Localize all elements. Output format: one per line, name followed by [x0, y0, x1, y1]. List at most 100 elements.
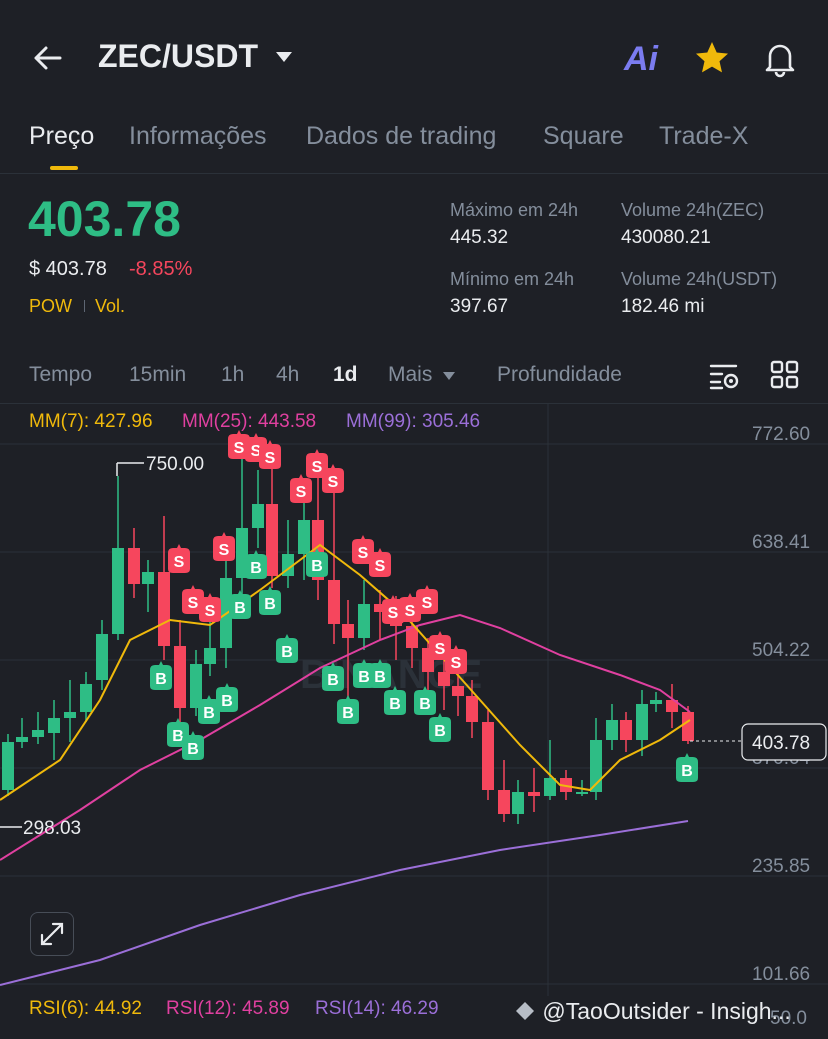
back-arrow-icon[interactable] — [30, 40, 66, 76]
tab-trading-data[interactable]: Dados de trading — [306, 122, 496, 151]
low-marker-label: 298.03 — [23, 818, 81, 839]
candle-body — [606, 720, 618, 740]
ai-assistant-icon[interactable]: Ai — [624, 40, 658, 79]
tab-info[interactable]: Informações — [129, 122, 267, 151]
svg-text:B: B — [374, 669, 386, 686]
chart-settings-icon[interactable] — [708, 360, 742, 392]
svg-text:B: B — [681, 763, 693, 780]
interval-1h[interactable]: 1h — [221, 363, 244, 387]
sell-marker: S — [290, 474, 312, 503]
buy-marker: B — [369, 659, 391, 688]
svg-text:S: S — [234, 440, 245, 457]
interval-tempo[interactable]: Tempo — [29, 363, 92, 387]
candle-body — [466, 696, 478, 722]
caret-down-icon[interactable] — [276, 52, 292, 62]
candle-body — [328, 580, 340, 624]
svg-text:B: B — [419, 696, 431, 713]
buy-marker: B — [182, 731, 204, 760]
svg-text:B: B — [389, 696, 401, 713]
candle-body — [2, 742, 14, 790]
caret-down-icon[interactable] — [443, 372, 455, 380]
svg-text:S: S — [296, 484, 307, 501]
y-axis-label: 504.22 — [752, 640, 810, 661]
svg-text:B: B — [342, 705, 354, 722]
sell-marker: S — [445, 645, 467, 674]
candle-body — [452, 686, 464, 696]
candle-body — [252, 504, 264, 528]
price-change-percent: -8.85% — [129, 258, 193, 280]
svg-text:S: S — [451, 655, 462, 672]
rsi6-legend: RSI(6): 44.92 — [29, 998, 142, 1019]
buy-marker: B — [150, 661, 172, 690]
tab-price[interactable]: Preço — [29, 122, 94, 151]
candle-body — [48, 718, 60, 733]
depth-tab[interactable]: Profundidade — [497, 363, 622, 387]
y-axis-label: 772.60 — [752, 424, 810, 445]
sell-marker: S — [259, 440, 281, 469]
svg-text:S: S — [435, 641, 446, 658]
ma7-legend: MM(7): 427.96 — [29, 411, 153, 432]
svg-text:S: S — [328, 474, 339, 491]
active-tab-indicator — [50, 166, 78, 170]
volume-quote-value: 182.46 mi — [621, 296, 705, 317]
candle-body — [64, 712, 76, 718]
candle-body — [96, 634, 108, 680]
sell-marker: S — [213, 532, 235, 561]
svg-text:B: B — [203, 705, 215, 722]
low-24h-value: 397.67 — [450, 296, 509, 317]
tab-trade-x[interactable]: Trade-X — [659, 122, 748, 151]
svg-text:B: B — [234, 600, 246, 617]
pair-selector[interactable]: ZEC/USDT — [98, 38, 258, 75]
candle-body — [620, 720, 632, 740]
candle-body — [576, 792, 588, 794]
candle-body — [128, 548, 140, 584]
high-24h-label: Máximo em 24h — [450, 200, 579, 220]
candle-body — [544, 778, 556, 796]
candle-body — [80, 684, 92, 712]
candle-body — [298, 520, 310, 554]
svg-text:S: S — [205, 603, 216, 620]
interval-4h[interactable]: 4h — [276, 363, 299, 387]
candle-body — [342, 624, 354, 638]
ma99-line — [0, 820, 689, 986]
rsi12-legend: RSI(12): 45.89 — [166, 998, 290, 1019]
y-axis-label: 101.66 — [752, 964, 810, 985]
candle-body — [650, 700, 662, 704]
bell-alert-icon[interactable] — [760, 38, 800, 78]
interval-more[interactable]: Mais — [388, 363, 432, 387]
favorite-star-icon[interactable] — [692, 38, 732, 78]
sell-marker: S — [416, 585, 438, 614]
y-axis-label: 235.85 — [752, 856, 810, 877]
tag-pow[interactable]: POW — [29, 296, 72, 317]
high-24h-value: 445.32 — [450, 227, 509, 248]
rsi14-legend: RSI(14): 46.29 — [315, 998, 439, 1019]
buy-marker: B — [337, 695, 359, 724]
candle-body — [32, 730, 44, 737]
tag-separator — [84, 300, 85, 312]
svg-text:S: S — [265, 450, 276, 467]
sell-marker: S — [168, 544, 190, 573]
svg-text:S: S — [219, 542, 230, 559]
candle-body — [438, 672, 450, 686]
divider — [0, 173, 828, 174]
interval-1d[interactable]: 1d — [333, 363, 358, 387]
tag-volume[interactable]: Vol. — [95, 296, 125, 317]
svg-text:S: S — [174, 554, 185, 571]
volume-base-value: 430080.21 — [621, 227, 711, 248]
candle-body — [358, 604, 370, 638]
volume-base-label: Volume 24h(ZEC) — [621, 200, 765, 220]
buy-marker: B — [259, 586, 281, 615]
sell-marker: S — [199, 593, 221, 622]
interval-15min[interactable]: 15min — [129, 363, 186, 387]
grid-layout-icon[interactable] — [770, 360, 800, 390]
buy-marker: B — [414, 686, 436, 715]
svg-text:B: B — [155, 671, 167, 688]
fullscreen-expand-icon[interactable] — [30, 912, 74, 956]
svg-text:S: S — [358, 545, 369, 562]
tab-square[interactable]: Square — [543, 122, 624, 151]
sell-marker: S — [322, 464, 344, 493]
high-marker-label: 750.00 — [146, 454, 204, 475]
candlestick-chart[interactable]: BINANCE S S SSSSSS SSS S S S SSSBBBBBBB BBBBBB BB… — [0, 404, 828, 996]
candle-body — [174, 646, 186, 708]
svg-text:S: S — [188, 595, 199, 612]
